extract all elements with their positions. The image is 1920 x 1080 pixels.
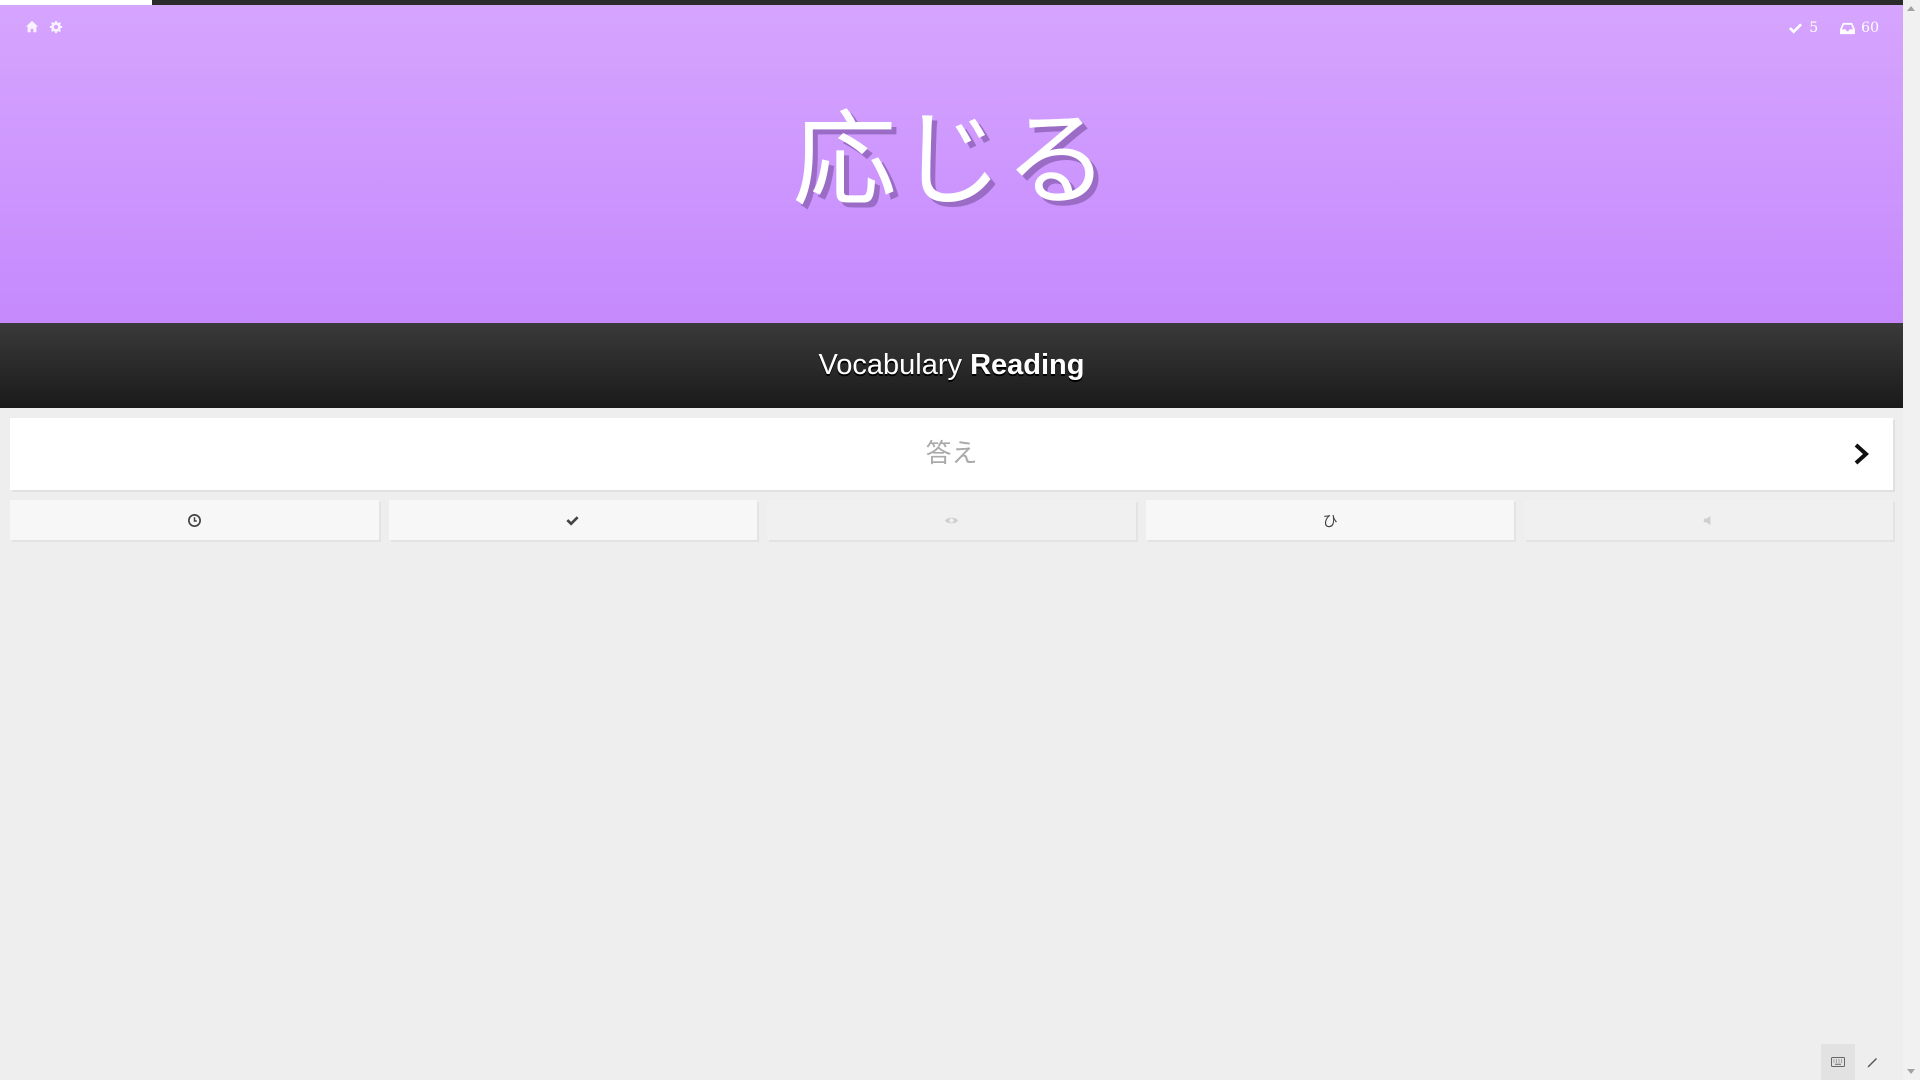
clock-icon — [187, 513, 201, 527]
speaker-icon — [1703, 515, 1711, 525]
item-character: 応じる — [792, 99, 1111, 221]
scroll-down-arrow[interactable] — [1907, 1069, 1915, 1074]
additional-actions: ひ — [10, 500, 1893, 540]
home-icon[interactable] — [24, 19, 40, 35]
remaining-count: 60 — [1861, 20, 1879, 36]
hiragana-toggle-button[interactable]: ひ — [1145, 500, 1515, 540]
question-category: Vocabulary — [818, 349, 963, 381]
header-nav — [24, 19, 64, 35]
gear-icon[interactable] — [48, 19, 64, 35]
question-type: Reading — [970, 349, 1085, 381]
answer-form — [10, 418, 1893, 490]
remaining-stat: 60 — [1840, 20, 1879, 36]
scroll-thumb[interactable] — [1907, 17, 1916, 1057]
review-page: 5 60 応じる Vocabulary Reading ひ — [0, 0, 1903, 1080]
completed-stat: 5 — [1788, 20, 1818, 36]
completed-count: 5 — [1809, 20, 1819, 36]
inbox-icon — [1840, 22, 1856, 34]
submit-answer-button[interactable] — [1847, 440, 1875, 468]
item-info-button[interactable] — [767, 500, 1136, 540]
pencil-icon — [1867, 1058, 1877, 1068]
scroll-up-arrow[interactable] — [1907, 6, 1915, 11]
bottom-tools — [1821, 1044, 1889, 1080]
check-icon — [566, 515, 579, 526]
chevron-right-icon — [1854, 443, 1869, 465]
edit-button[interactable] — [1855, 1044, 1889, 1080]
review-stats: 5 60 — [1788, 20, 1879, 36]
page-scrollbar[interactable] — [1903, 0, 1920, 1080]
answer-input[interactable] — [10, 418, 1893, 490]
eye-icon — [944, 517, 959, 523]
audio-button[interactable] — [1524, 500, 1893, 540]
character-panel: 5 60 応じる — [0, 5, 1903, 323]
keyboard-shortcuts-button[interactable] — [1821, 1044, 1855, 1080]
question-type-bar: Vocabulary Reading — [0, 323, 1903, 408]
keyboard-icon — [1831, 1057, 1845, 1067]
hiragana-icon: ひ — [1322, 511, 1338, 530]
wrap-up-button[interactable] — [388, 500, 758, 540]
check-icon — [1789, 22, 1803, 34]
last-items-button[interactable] — [10, 500, 379, 540]
